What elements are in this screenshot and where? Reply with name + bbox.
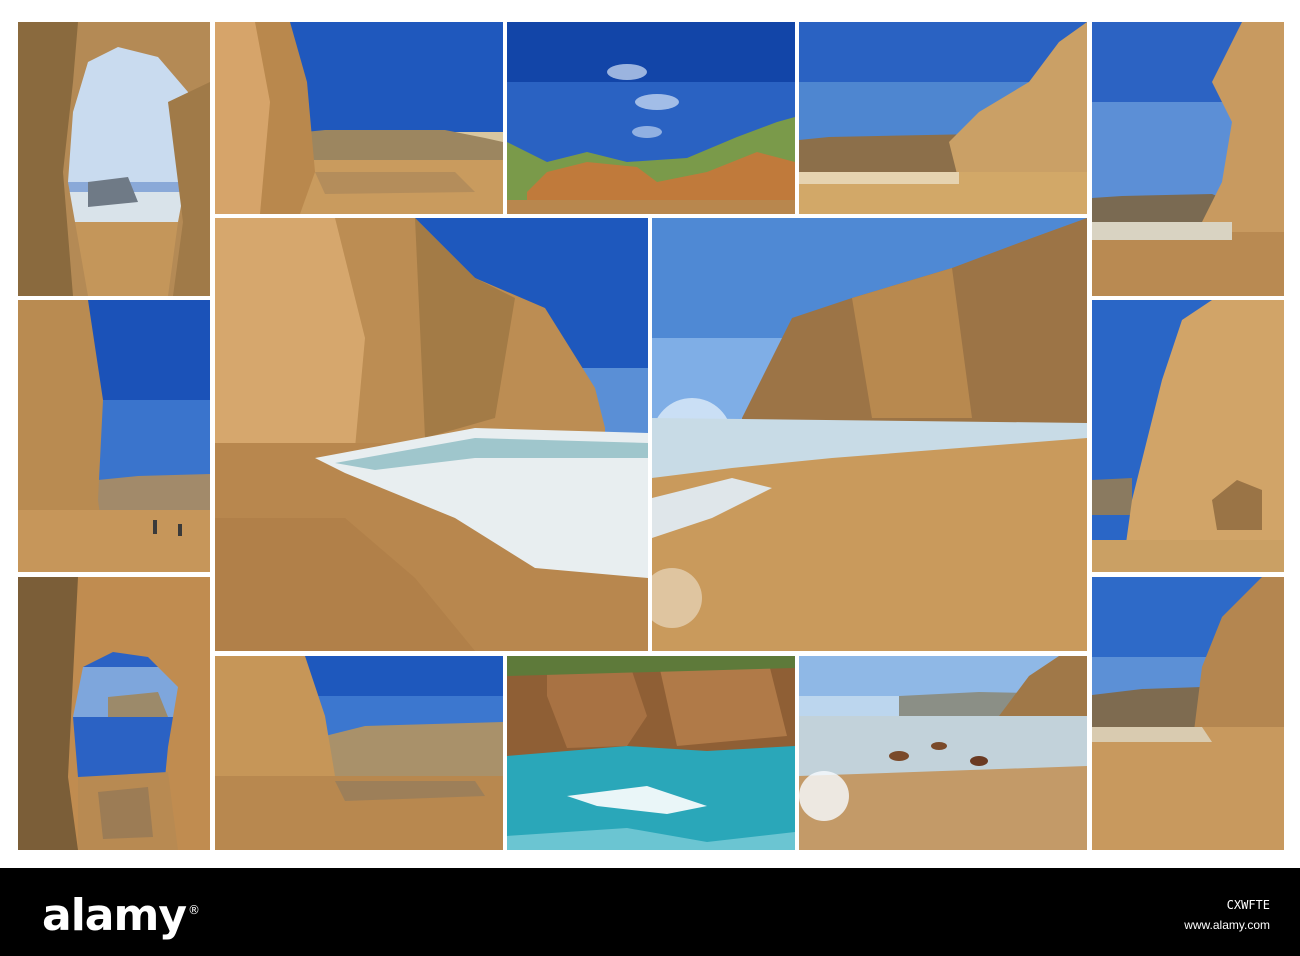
photo-tall-cliff-beach-sunset (1092, 577, 1284, 850)
photo-large-sunlit-cliff-beach (652, 218, 1087, 651)
photo-sunlit-sea-rocks (799, 656, 1087, 850)
photo-cliff-beach-people-walking (18, 300, 210, 572)
photo-cliff-beach-headland-reflection (215, 656, 503, 850)
alamy-logo: alamy ® (42, 890, 200, 941)
photo-large-cliff-beach-surf (215, 218, 648, 651)
photo-green-hill-cliffs-blue-sky (507, 22, 795, 214)
image-id: CXWFTE (1226, 898, 1270, 912)
site-url: www.alamy.com (1184, 918, 1270, 932)
brand-text: alamy (42, 890, 187, 941)
photo-cliff-and-headland-reflection (215, 22, 503, 214)
photo-tall-cliff-right-beach (1092, 22, 1284, 296)
photo-arch-cave-sea-view (18, 22, 210, 296)
photo-collage (0, 0, 1300, 868)
photo-cliff-rock-arch-right (1092, 300, 1284, 572)
stock-footer-bar: alamy ® CXWFTE www.alamy.com (0, 868, 1300, 956)
photo-cliff-wall-long-beach (799, 22, 1087, 214)
photo-turquoise-sea-cliffs (507, 656, 795, 850)
trademark-icon: ® (188, 903, 200, 918)
photo-arch-cave-beach-reflection (18, 577, 210, 850)
